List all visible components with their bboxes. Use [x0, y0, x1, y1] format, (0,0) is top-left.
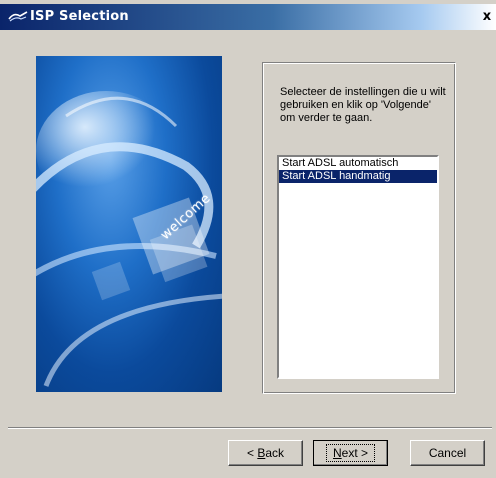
back-button-prefix: <: [246, 446, 258, 460]
isp-option-listbox[interactable]: Start ADSL automatisch Start ADSL handma…: [277, 155, 439, 379]
window-title: ISP Selection: [30, 9, 129, 24]
list-item[interactable]: Start ADSL automatisch: [279, 157, 437, 170]
footer-separator: [8, 427, 492, 429]
next-button[interactable]: Next >: [313, 440, 388, 466]
list-item[interactable]: Start ADSL handmatig: [279, 170, 437, 183]
banner-swirl-graphic: [36, 91, 222, 387]
isp-selection-dialog: ISP Selection x welcome Selecteer de ins…: [0, 0, 496, 478]
welcome-banner-image: welcome: [36, 56, 222, 392]
close-button[interactable]: x: [480, 10, 494, 25]
next-button-focus: Next >: [325, 444, 376, 462]
back-button-label: ack: [265, 446, 285, 460]
instructions-text: Selecteer de instellingen die u wilt geb…: [280, 86, 446, 124]
next-button-suffix: >: [357, 446, 369, 460]
next-button-label: ext: [341, 446, 358, 460]
title-bar[interactable]: ISP Selection x: [0, 4, 496, 30]
network-icon: [8, 11, 28, 22]
next-button-mnemonic: N: [332, 446, 342, 460]
cancel-button[interactable]: Cancel: [410, 440, 485, 466]
back-button[interactable]: < Back: [228, 440, 303, 466]
